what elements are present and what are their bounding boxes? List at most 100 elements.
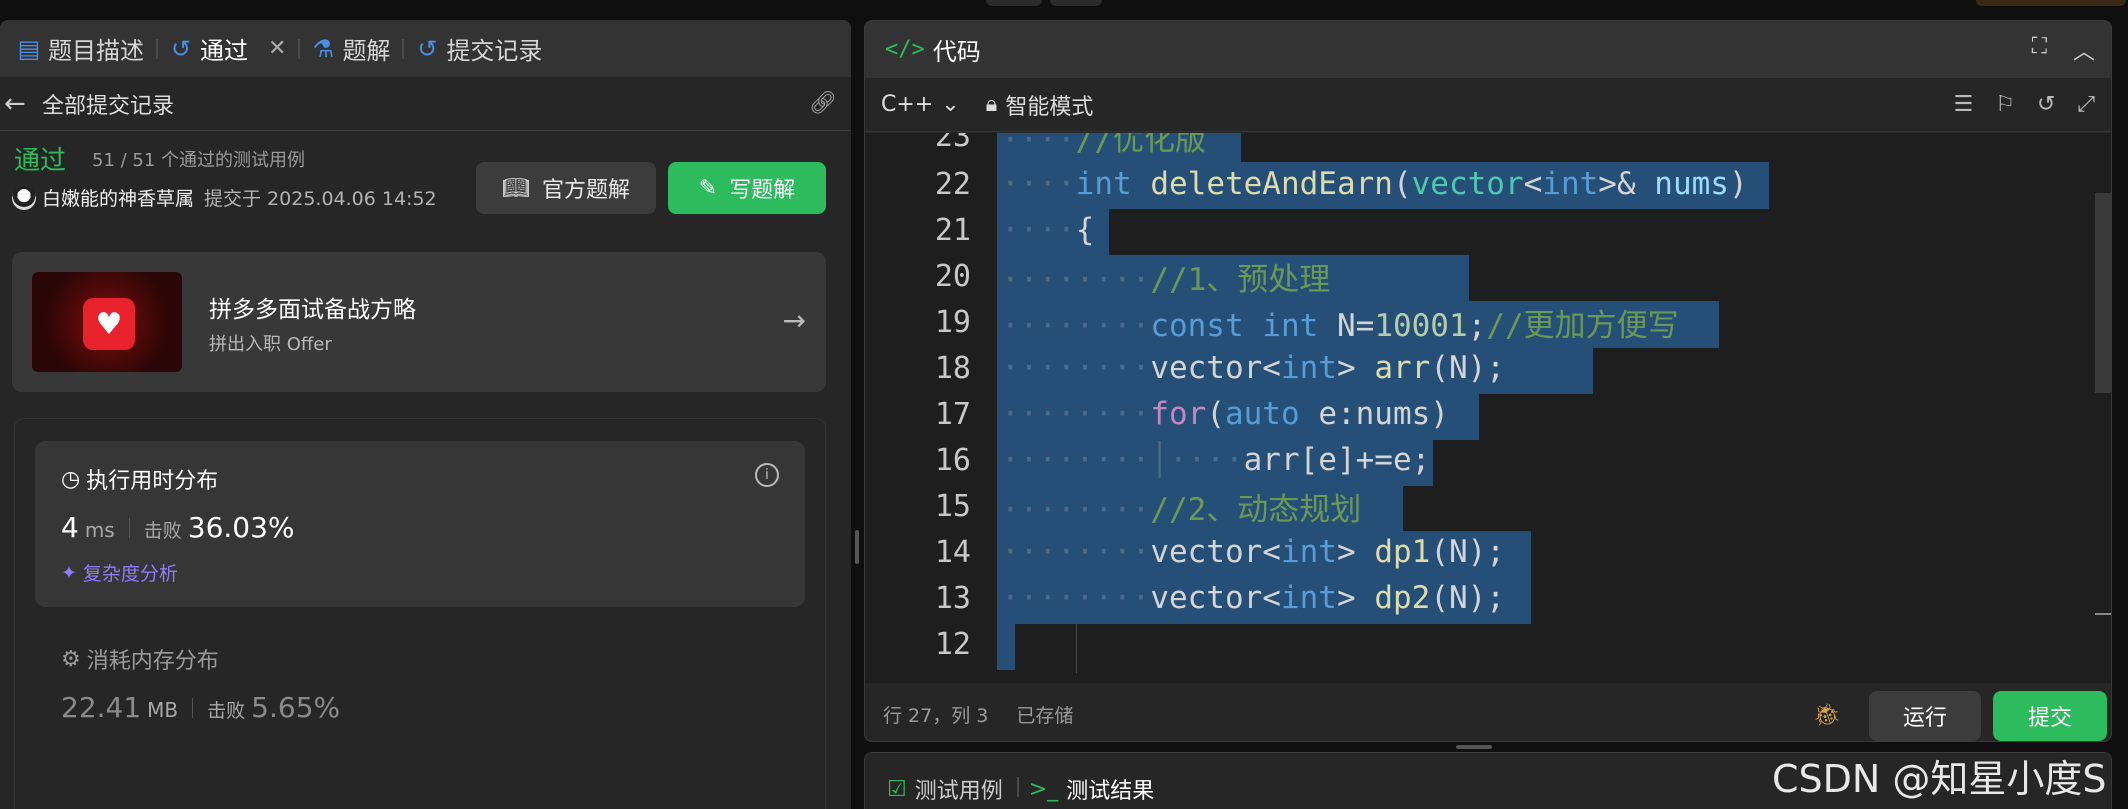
code-text: //1、预处理 <box>1150 261 1331 298</box>
code-line: 18 ········vector<int> arr(N); <box>865 345 1965 391</box>
code-text: ····int deleteAndEarn(vector<int>& nums) <box>1001 166 1748 202</box>
language-select[interactable]: C++ ⌄ <box>881 92 960 117</box>
watermark: CSDN @知星小度S <box>1772 757 2107 801</box>
line-number: 12 <box>934 626 971 662</box>
tab-result[interactable]: >_ 测试结果 <box>1029 773 1154 805</box>
smart-mode-toggle[interactable]: 🔒︎ 智能模式 <box>986 89 1094 121</box>
fullscreen-icon[interactable]: ⛶ <box>2032 34 2047 66</box>
promo-subtitle: 拼出入职 Offer <box>209 334 332 355</box>
tab-passed[interactable]: ↺ 通过 ✕ <box>160 20 296 77</box>
reset-icon[interactable]: ↺ <box>2037 92 2055 117</box>
line-number: 20 <box>934 258 971 294</box>
panel-resize-handle[interactable] <box>855 530 859 564</box>
tab-testcase[interactable]: ☑ 测试用例 <box>887 773 1003 805</box>
runtime-heading-label: 执行用时分布 <box>86 469 219 494</box>
tab-description-label: 题目描述 <box>48 37 144 65</box>
tab-submissions[interactable]: ↺ 提交记录 <box>406 20 552 77</box>
editor-toolbar: C++ ⌄ 🔒︎ 智能模式 ☰ ⚐ ↺ ⤢ <box>865 78 2111 132</box>
code-text: { <box>1075 212 1095 248</box>
memory-value: 22.41 <box>61 691 142 724</box>
line-number: 23 <box>934 133 971 154</box>
official-solution-label: 官方题解 <box>541 178 630 203</box>
tab-divider <box>298 38 301 59</box>
code-tab-title[interactable]: 代码 <box>933 32 981 67</box>
code-line: 13 ········vector<int> dp2(N); <box>865 575 1965 621</box>
line-number: 22 <box>934 166 971 202</box>
tab-testcase-label: 测试用例 <box>914 779 1003 804</box>
run-button[interactable]: 运行 <box>1869 691 1981 741</box>
runtime-value: 4 <box>61 511 79 544</box>
format-icon[interactable]: ☰ <box>1953 92 1973 117</box>
tab-divider <box>156 38 158 59</box>
close-icon[interactable]: ✕ <box>268 36 286 61</box>
write-solution-button[interactable]: ✎ 写题解 <box>668 162 826 214</box>
author-name[interactable]: 白嫩能的神香草属 <box>42 184 194 211</box>
author-row: 白嫩能的神香草属 提交于 2025.04.06 14:52 <box>12 184 437 211</box>
memory-unit: MB <box>147 698 179 722</box>
line-number: 14 <box>934 534 971 570</box>
history-icon: ↺ <box>170 34 192 63</box>
code-editor[interactable]: 23 ····//优化版 22 ····int deleteAndEarn(ve… <box>865 133 2111 683</box>
tab-solutions[interactable]: ⚗ 题解 <box>302 20 400 77</box>
line-number: 18 <box>934 350 971 386</box>
edit-icon: ✎ <box>698 175 718 201</box>
collapse-icon[interactable]: ︿ <box>2073 34 2095 66</box>
sparkle-icon: ✦ <box>61 561 77 584</box>
editor-scrollbar[interactable] <box>2095 193 2111 393</box>
line-number: 15 <box>934 488 971 524</box>
code-line: 21 ····{ <box>865 207 1965 253</box>
expand-icon[interactable]: ⤢ <box>2077 92 2095 117</box>
run-label: 运行 <box>1902 706 1947 731</box>
divider <box>192 697 194 718</box>
link-icon[interactable]: 🔗︎ <box>809 91 837 116</box>
scroll-marker <box>2095 613 2111 615</box>
debug-icon[interactable]: 🐞︎ <box>1813 703 1841 728</box>
code-line: 20 ········//1、预处理 <box>865 253 1965 299</box>
stats-container: ◷ 执行用时分布 i 4 ms 击败 36.03% ✦ 复杂度分析 ⚙ 消耗内存… <box>14 418 826 809</box>
code-tab-bar: </> 代码 ⛶ ︿ <box>865 21 2111 78</box>
avatar[interactable] <box>12 185 36 210</box>
code-icon: </> <box>885 37 925 62</box>
top-button[interactable] <box>986 0 1042 6</box>
tab-passed-label: 通过 <box>200 37 248 65</box>
all-submissions-title: 全部提交记录 <box>42 93 175 119</box>
code-text: ········vector<int> dp1(N); <box>1001 534 1505 570</box>
submission-summary: 通过 51 / 51 个通过的测试用例 白嫩能的神香草属 提交于 2025.04… <box>12 132 832 232</box>
status-badge: 通过 <box>14 146 67 176</box>
memory-heading[interactable]: ⚙ 消耗内存分布 <box>61 643 219 675</box>
line-number: 21 <box>934 212 971 248</box>
history-icon: ↺ <box>417 34 438 63</box>
tab-description[interactable]: ▤ 题目描述 <box>8 20 154 77</box>
runtime-card[interactable]: ◷ 执行用时分布 i 4 ms 击败 36.03% ✦ 复杂度分析 <box>35 441 805 607</box>
heart-logo-icon: ♥ <box>83 298 135 350</box>
document-icon: ▤ <box>17 34 41 63</box>
promo-image: ♥ <box>32 272 182 372</box>
line-number: 19 <box>934 304 971 340</box>
runtime-heading: ◷ 执行用时分布 <box>61 463 218 495</box>
chip-icon: ⚙ <box>61 646 81 672</box>
info-icon[interactable]: i <box>755 463 779 487</box>
top-button[interactable] <box>1050 0 1102 6</box>
code-panel: </> 代码 ⛶ ︿ C++ ⌄ 🔒︎ 智能模式 ☰ ⚐ ↺ ⤢ 23 ····… <box>864 20 2112 742</box>
bookmark-icon[interactable]: ⚐ <box>1995 92 2015 117</box>
back-arrow-icon[interactable]: ← <box>4 89 32 119</box>
tab-divider <box>402 38 405 59</box>
code-text: //2、动态规划 <box>1150 491 1362 528</box>
official-solution-button[interactable]: 📖︎ 官方题解 <box>476 162 656 214</box>
promo-card[interactable]: ♥ 拼多多面试备战方略 拼出入职 Offer → <box>12 252 826 392</box>
complexity-analysis-link[interactable]: ✦ 复杂度分析 <box>61 559 178 586</box>
top-premium-button[interactable] <box>1976 0 2126 6</box>
code-line: 17 ········for(auto e:nums) <box>865 391 1965 437</box>
clock-icon: ◷ <box>61 466 81 492</box>
vertical-resize-handle[interactable] <box>1456 745 1492 749</box>
save-status: 已存储 <box>1016 704 1074 727</box>
submit-label: 提交 <box>2027 706 2072 731</box>
submissions-subheader: ← 全部提交记录 🔗︎ <box>0 77 851 131</box>
runtime-value-row: 4 ms 击败 36.03% <box>61 511 295 544</box>
line-number: 16 <box>934 442 971 478</box>
cursor-position: 行 27，列 3 <box>883 704 989 727</box>
submit-button[interactable]: 提交 <box>1993 691 2107 741</box>
lock-icon: 🔒︎ <box>985 92 998 117</box>
line-number: 13 <box>934 580 971 616</box>
tab-divider <box>1016 777 1019 797</box>
